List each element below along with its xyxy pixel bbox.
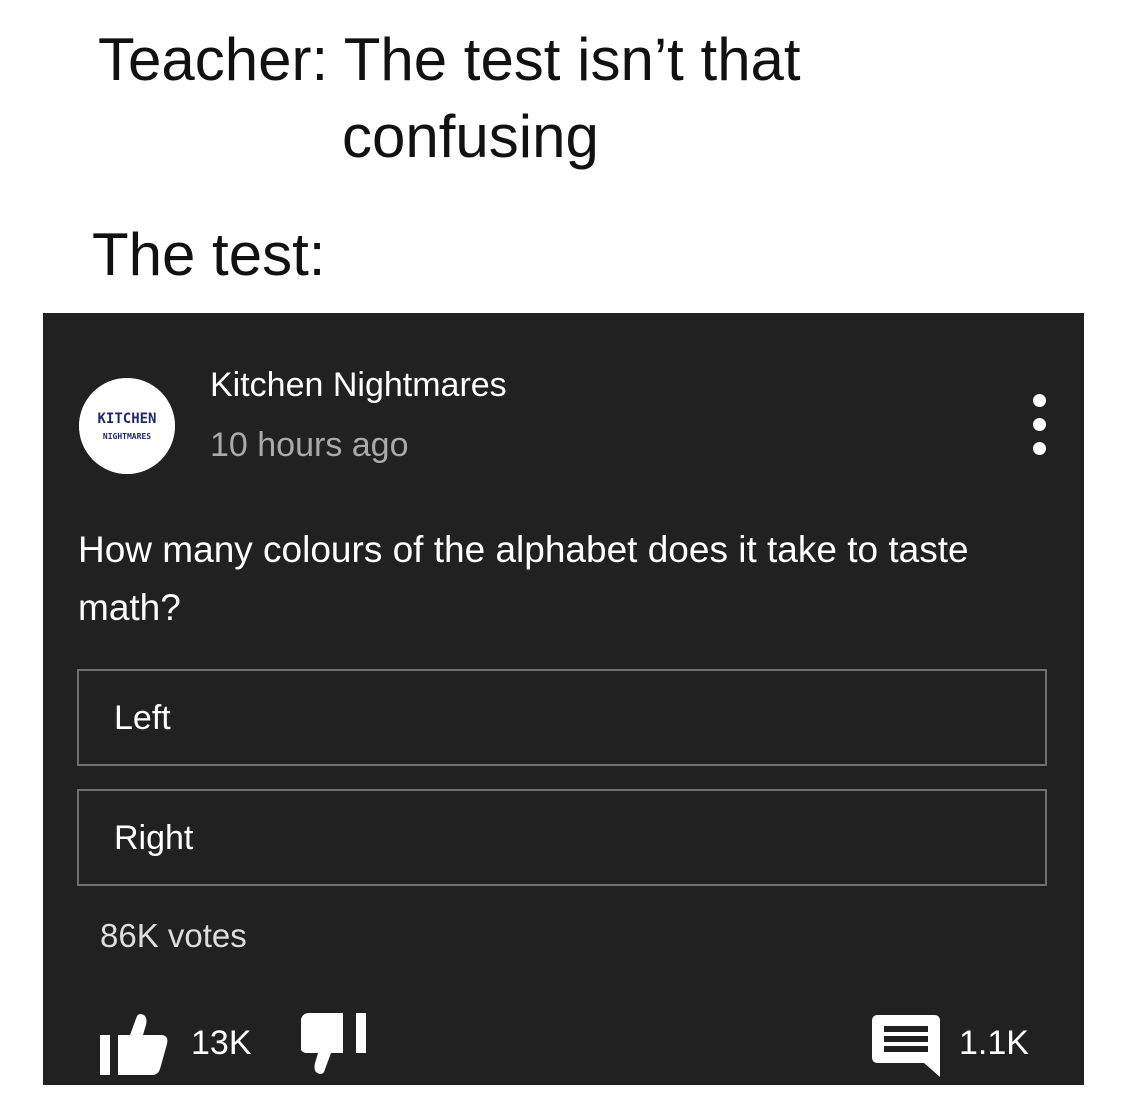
svg-text:KITCHEN: KITCHEN: [97, 411, 156, 427]
poll-question: How many colours of the alphabet does it…: [78, 529, 969, 628]
poll-option-left[interactable]: Left: [77, 669, 1047, 766]
more-vert-icon[interactable]: [1025, 390, 1055, 460]
kitchen-nightmares-logo: KITCHEN NIGHTMARES: [79, 378, 175, 474]
vote-count: 86K votes: [100, 917, 247, 954]
caption-line-3: The test:: [92, 221, 326, 288]
more-dot: [1033, 418, 1046, 431]
poll-option-label: Right: [114, 819, 194, 857]
channel-avatar[interactable]: KITCHEN NIGHTMARES: [79, 378, 175, 474]
community-post-card: KITCHEN NIGHTMARES Kitchen Nightmares 10…: [43, 313, 1084, 1085]
more-dot: [1033, 442, 1046, 455]
thumbs-up-icon[interactable]: [100, 1013, 170, 1075]
channel-name[interactable]: Kitchen Nightmares: [210, 365, 507, 405]
poll-option-label: Left: [114, 699, 171, 737]
svg-text:NIGHTMARES: NIGHTMARES: [103, 432, 151, 441]
comment-count: 1.1K: [959, 1024, 1029, 1062]
caption-line-1: Teacher: The test isn’t that: [98, 26, 801, 93]
comment-icon[interactable]: [872, 1015, 940, 1077]
caption-line-2: confusing: [342, 103, 599, 170]
more-dot: [1033, 394, 1046, 407]
post-timestamp: 10 hours ago: [210, 426, 409, 464]
poll-option-right[interactable]: Right: [77, 789, 1047, 886]
like-count: 13K: [191, 1024, 252, 1062]
thumbs-down-icon[interactable]: [300, 1013, 376, 1075]
